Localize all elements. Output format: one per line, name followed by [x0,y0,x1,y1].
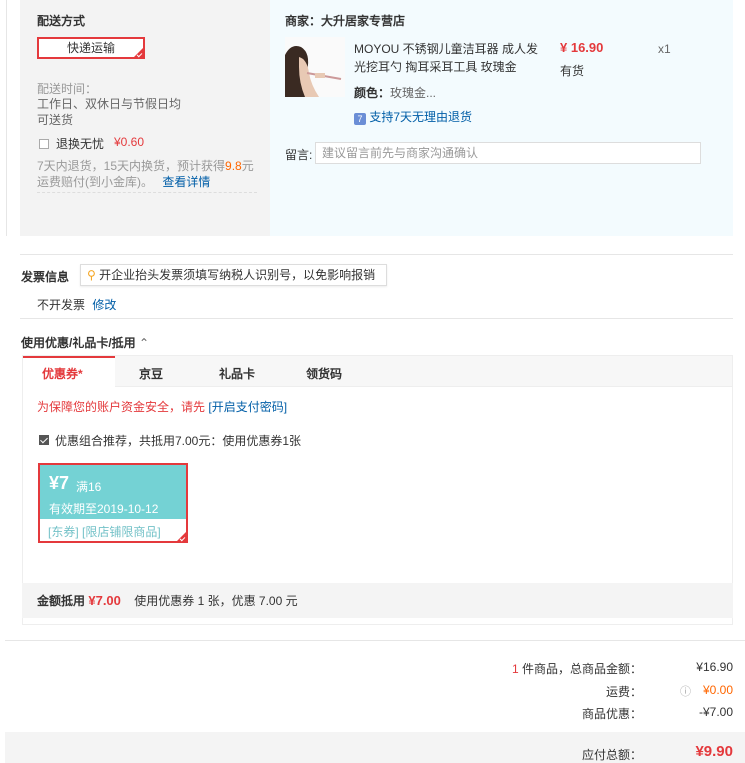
return-support-label: 支持7天无理由退货 [369,110,473,124]
shipping-method-option[interactable]: 快递运输 [37,37,145,59]
goods-amount: ¥16.90 [696,660,733,674]
tab-pickup-code[interactable]: 领货码 [306,365,342,382]
invoice-divider-bottom [20,318,733,319]
payable-label: 应付总额： [582,748,643,762]
invoice-tip-text: 开企业抬头发票须填写纳税人识别号，以免影响报销 [99,268,376,282]
delivery-time-line2: 可送货 [37,113,74,127]
left-border [6,0,7,236]
color-label: 颜色： [354,86,391,100]
message-label: 留言: [285,148,313,162]
info-icon[interactable]: ⓘ [680,683,691,699]
product-name-line2[interactable]: 光挖耳勺 掏耳采耳工具 玫瑰金 [354,58,554,75]
product-photo-icon [285,37,345,97]
coupon-section-title[interactable]: 使用优惠/礼品卡/抵用 ⌃ [21,334,149,351]
invoice-divider-top [20,254,733,255]
security-warning: 为保障您的账户资金安全，请先 [开启支付密码] [37,398,287,415]
summary-desc: 使用优惠券 1 张，优惠 7.00 元 [134,594,298,608]
shipping-title: 配送方式 [37,14,86,28]
invoice-status: 不开发票 修改 [37,296,116,313]
chevron-up-icon: ⌃ [139,336,150,350]
tab-gift-card[interactable]: 礼品卡 [219,365,255,382]
return-desc-unit: 元 [241,159,254,173]
coupon-card-top: ¥7 满16 有效期至2019-10-12 [40,465,186,519]
return-worry-price: ¥0.60 [114,135,145,149]
invoice-title: 发票信息 [21,270,70,284]
goods-total-label: 1 件商品，总商品金额： [512,660,642,677]
return-worry-checkbox[interactable] [39,138,49,152]
invoice-tip: ⚲ 开企业抬头发票须填写纳税人识别号，以免影响报销 [80,264,387,286]
coupon-validity: 有效期至2019-10-12 [49,502,159,516]
item-count: 1 [512,662,519,676]
summary-label: 金额抵用 [37,594,86,608]
item-count-label: 件商品，总商品金额： [522,662,643,676]
tab-jingdou[interactable]: 京豆 [139,365,163,382]
coupon-section-label: 使用优惠/礼品卡/抵用 [21,336,136,350]
return-support-icon: 7 [354,113,366,125]
tab-coupon-mark: * [78,367,83,381]
invoice-edit-link[interactable]: 修改 [92,298,116,312]
return-worry-desc2: 运费赔付(到小金库)。 查看详情 [37,173,210,190]
coupon-amount: ¥7 [49,473,70,493]
security-warning-text: 为保障您的账户资金安全，请先 [37,400,206,414]
return-desc-text: 7天内退货，15天内换货，预计获得 [37,159,226,173]
selected-check-icon [134,48,143,57]
totals-divider [5,640,745,641]
merchant-label: 商家：大升居家专营店 [285,14,406,28]
message-input[interactable]: 建议留言前先与商家沟通确认 [315,142,701,164]
coupon-condition: 满16 [76,480,102,494]
summary-amount: ¥7.00 [88,593,121,608]
shipping-fee-label: 运费： [606,685,643,699]
coupon-tab-bar [23,356,732,387]
tab-coupon[interactable]: 优惠券* [42,365,83,382]
coupon-card-bottom: [东券] [限店铺限商品] [40,519,186,541]
product-image[interactable] [285,37,345,97]
coupon-tag-store-limited: [限店铺限商品] [82,525,161,539]
store-panel [270,0,733,236]
lightbulb-icon: ⚲ [87,268,96,282]
return-support[interactable]: 7 支持7天无理由退货 [354,108,472,125]
return-desc-amount: 9.8 [225,159,242,173]
discount-amount: -¥7.00 [698,705,733,719]
shipping-fee-amount: ¥0.00 [702,683,733,697]
return-worry-desc1: 7天内退货，15天内换货，预计获得9.8元 [37,157,254,174]
enable-pay-password-link[interactable]: [开启支付密码] [208,400,287,414]
invoice-status-text: 不开发票 [37,298,86,312]
coupon-summary: 金额抵用 ¥7.00 使用优惠券 1 张，优惠 7.00 元 [37,592,298,609]
return-desc-line2: 运费赔付(到小金库)。 [37,175,153,189]
shipping-method-label: 快递运输 [66,41,115,55]
return-detail-link[interactable]: 查看详情 [162,175,210,189]
product-price: ¥ 16.90 [560,40,604,55]
product-color: 颜色：玫瑰金... [354,84,436,101]
payable-amount: ¥9.90 [695,743,733,760]
delivery-time-line1: 工作日、双休日与节假日均 [37,97,182,111]
recommend-checkbox[interactable] [39,434,49,448]
product-name-line1[interactable]: MOYOU 不锈钢儿童洁耳器 成人发 [354,40,554,57]
product-quantity: x1 [658,42,671,56]
recommend-text: 优惠组合推荐，共抵用7.00元：使用优惠券1张 [55,434,302,448]
product-stock: 有货 [560,64,585,78]
return-worry-label: 退换无忧 [56,137,105,151]
coupon-selected-check-icon [177,532,186,541]
shipping-divider [37,192,257,193]
tab-coupon-label: 优惠券 [42,367,79,381]
color-value: 玫瑰金... [390,86,437,100]
coupon-tags: [东券] [限店铺限商品] [48,523,161,540]
discount-label: 商品优惠： [582,707,643,721]
coupon-card[interactable]: ¥7 满16 有效期至2019-10-12 [东券] [限店铺限商品] [38,463,188,543]
coupon-tag-dongquan: [东券] [48,525,79,539]
